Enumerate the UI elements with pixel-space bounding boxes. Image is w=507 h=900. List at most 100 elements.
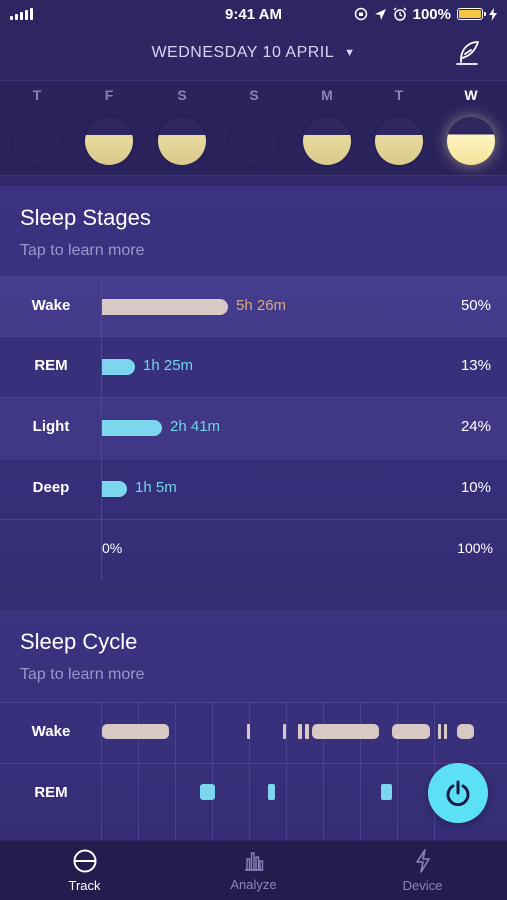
day-sunday[interactable]: S [229,87,279,165]
location-icon [374,8,386,20]
tab-track[interactable]: Track [0,841,169,900]
day-tuesday[interactable]: T [12,87,62,165]
stage-row-rem: REM 1h 25m 13% [0,336,507,396]
stage-percent: 24% [460,418,491,435]
day-letter: S [249,87,259,103]
wake-segment [438,724,441,739]
moon-icon [230,117,278,165]
grid-line [286,702,287,842]
stage-row-wake: Wake 5h 26m 50% [0,276,507,336]
power-button[interactable] [428,763,488,823]
date-label: WEDNESDAY 10 APRIL [151,44,335,61]
stage-duration: 1h 5m [135,479,177,496]
tab-bar: Track Analyze Device [0,840,507,900]
stage-row-deep: Deep 1h 5m 10% [0,458,507,518]
moon-icon [375,117,423,165]
section-subtitle[interactable]: Tap to learn more [20,242,145,260]
day-letter: M [321,87,333,103]
feather-icon[interactable] [453,38,483,68]
day-wednesday[interactable]: W [446,87,496,165]
section-title: Sleep Cycle [20,629,138,654]
wake-segment [457,724,474,739]
day-monday[interactable]: M [302,87,352,165]
stage-percent: 50% [460,297,491,314]
stage-percent: 10% [460,479,491,496]
rem-segment [268,784,275,800]
moon-icon [447,117,495,165]
header: WEDNESDAY 10 APRIL ▼ [0,28,507,78]
battery-icon [457,8,486,20]
day-friday[interactable]: F [84,87,134,165]
stage-label: Deep [32,479,70,496]
stage-bar [102,481,127,497]
charging-icon [489,7,497,21]
stage-bar [102,420,162,436]
moon-icon [85,117,133,165]
stage-bar [102,299,228,315]
day-letter: W [464,87,478,103]
stage-percent: 13% [460,357,491,374]
wake-segment [298,724,302,739]
axis-max-label: 100% [457,540,493,556]
day-letter: S [177,87,187,103]
wake-segment [283,724,286,739]
rotation-lock-icon [354,7,367,21]
moon-icon [303,117,351,165]
cycle-label: Wake [31,723,71,740]
grid-line [101,702,102,842]
tab-analyze[interactable]: Analyze [169,841,338,900]
wake-segment [312,724,379,739]
status-bar: 9:41 AM 100% [0,0,507,28]
rem-segment [200,784,215,800]
device-icon [415,849,430,873]
date-selector[interactable]: WEDNESDAY 10 APRIL ▼ [151,44,355,62]
stage-label: REM [34,357,68,374]
grid-line [360,702,361,842]
tab-label: Analyze [230,877,277,892]
caret-down-icon: ▼ [344,47,356,59]
grid-line [138,702,139,842]
wake-segment [102,724,169,739]
grid-line [323,702,324,842]
stage-label: Wake [31,297,71,314]
sleep-stages-card[interactable]: Sleep Stages Tap to learn more Wake 5h 2… [0,186,507,580]
tab-device[interactable]: Device [338,841,507,900]
stage-duration: 2h 41m [170,418,221,435]
analyze-icon [244,852,263,871]
power-icon [446,780,470,807]
track-icon [73,849,96,873]
axis-min-label: 0% [102,540,123,556]
section-subtitle[interactable]: Tap to learn more [20,666,145,684]
stage-bar [102,359,135,375]
wake-segment [247,724,250,739]
stage-label: Light [32,418,70,435]
tab-label: Device [402,878,443,893]
cycle-row-wake: Wake [0,702,507,763]
rem-segment [381,784,392,800]
day-letter: T [394,87,404,103]
day-letter: T [32,87,42,103]
section-title: Sleep Stages [20,205,151,230]
stage-duration: 1h 25m [143,357,194,374]
wake-segment [392,724,430,739]
stage-row-light: Light 2h 41m 24% [0,397,507,457]
wake-segment [305,724,309,739]
week-strip: T F S S M T W [0,80,507,176]
battery-percent: 100% [412,5,451,23]
cycle-label: REM [34,784,68,801]
tab-label: Track [68,878,101,893]
grid-line [212,702,213,842]
grid-line [175,702,176,842]
day-tuesday-2[interactable]: T [374,87,424,165]
stage-duration: 5h 26m [236,297,287,314]
moon-icon [13,117,61,165]
day-letter: F [104,87,114,103]
wake-segment [444,724,447,739]
moon-icon [158,117,206,165]
grid-line [397,702,398,842]
stage-axis-row: 0% 100% [0,519,507,580]
signal-icon [10,8,33,20]
day-saturday[interactable]: S [157,87,207,165]
grid-line [249,702,250,842]
alarm-icon [393,7,407,21]
